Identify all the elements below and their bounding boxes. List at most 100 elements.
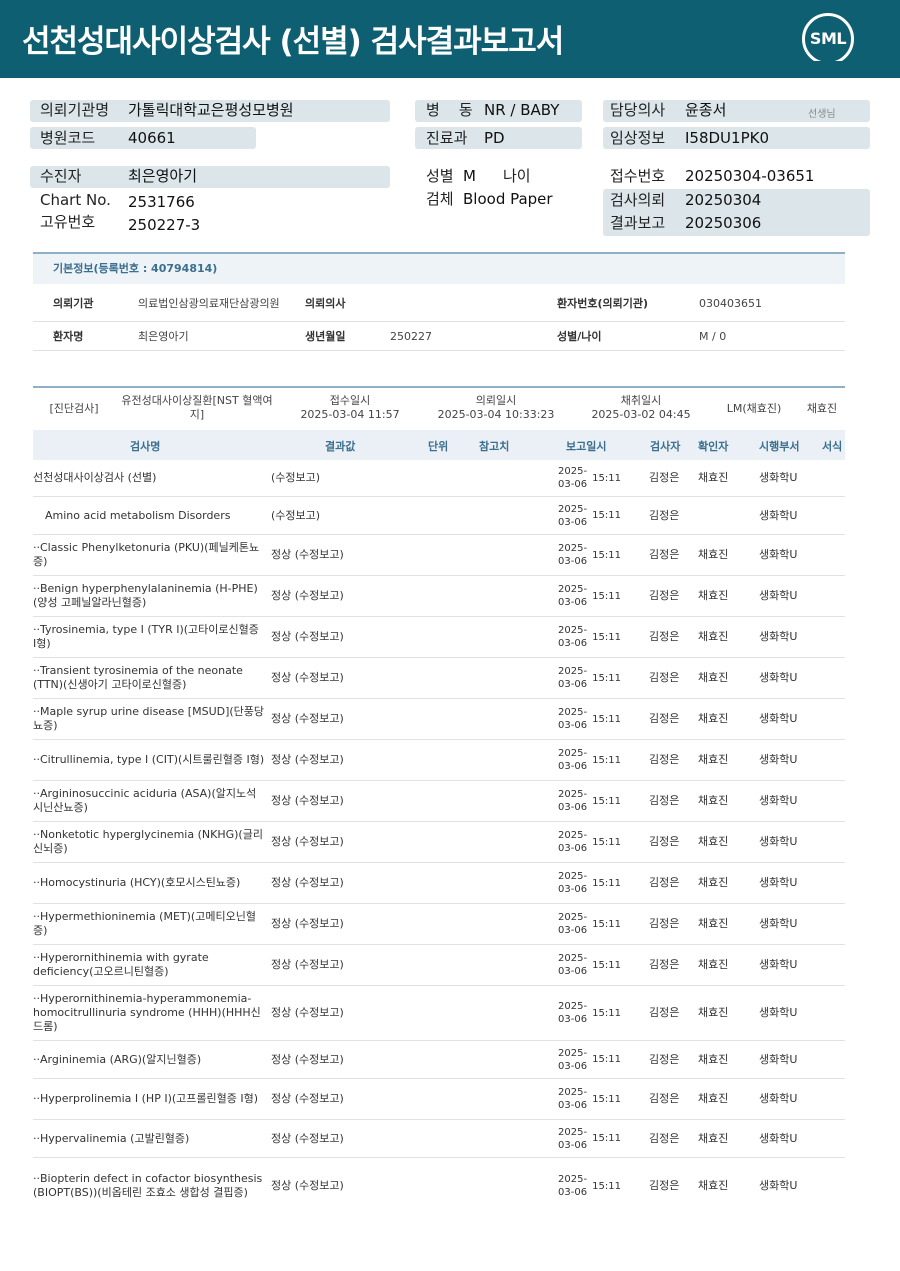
order-signer: 채효진 [806, 402, 838, 415]
report-time: 15:11 [592, 795, 621, 807]
basic-sexage-value: M / 0 [699, 330, 727, 343]
tester: 김정은 [649, 630, 680, 643]
sml-logo: SML [802, 13, 854, 65]
basic-dob-value: 250227 [390, 330, 432, 343]
code-label: 병원코드 [40, 129, 96, 147]
tester: 김정은 [649, 671, 680, 684]
table-row: ··Hypermethioninemia (MET)(고메티오닌혈증) 정상 (… [33, 904, 845, 945]
tester: 김정은 [649, 1179, 680, 1192]
tester: 김정은 [649, 1052, 680, 1066]
confirmer: 채효진 [698, 589, 729, 602]
ward-value: NR / BABY [484, 101, 560, 119]
table-row: ··Maple syrup urine disease [MSUD](단풍당뇨증… [33, 699, 845, 740]
col-name: 검사명 [130, 440, 161, 453]
department: 생화학U [759, 548, 798, 561]
test-name: 선천성대사이상검사 (선별) [33, 471, 157, 484]
department: 생화학U [759, 917, 798, 930]
uid-value: 250227-3 [128, 216, 201, 234]
tester: 김정은 [649, 508, 680, 522]
dept-value: PD [484, 129, 505, 147]
tester: 김정은 [649, 712, 680, 725]
order-requested: 의뢰일시 2025-03-04 10:33:23 [431, 394, 561, 422]
table-row: ··Hyperornithinemia-hyperammonemia-homoc… [33, 986, 845, 1041]
col-unit: 단위 [428, 440, 449, 453]
tester: 김정은 [649, 471, 680, 484]
report-datetime: 2025-03-06 15:11 [553, 904, 621, 944]
table-row: ··Homocystinuria (HCY)(호모시스틴뇨증) 정상 (수정보고… [33, 863, 845, 904]
specimen-label: 검체 [426, 190, 454, 208]
test-name: ··Classic Phenylketonuria (PKU)(페닐케톤뇨증) [33, 541, 260, 568]
report-datetime: 2025-03-06 15:11 [553, 535, 621, 575]
department: 생화학U [759, 794, 798, 807]
doctor-note: 선생님 [808, 109, 836, 120]
report-datetime: 2025-03-06 15:11 [553, 986, 621, 1040]
test-result: 정상 (수정보고) [271, 589, 344, 602]
col-date: 보고일시 [566, 440, 607, 453]
report-date: 2025-03-06 [558, 707, 588, 731]
department: 생화학U [759, 958, 798, 971]
chart-value: 2531766 [128, 193, 195, 211]
order-collected: 채취일시 2025-03-02 04:45 [585, 394, 697, 422]
basic-info-header: 기본정보(등록번호 : 40794814) [33, 254, 845, 284]
uid-label: 고유번호 [40, 213, 96, 231]
report-time: 15:11 [592, 754, 621, 766]
confirmer: 채효진 [698, 1052, 729, 1066]
request-value: 20250304 [685, 191, 762, 209]
report-datetime: 2025-03-06 15:11 [553, 497, 621, 534]
order-lm: LM(채효진) [726, 402, 782, 415]
confirmer: 채효진 [698, 471, 729, 484]
report-datetime: 2025-03-06 15:11 [553, 1041, 621, 1078]
test-name: ··Homocystinuria (HCY)(호모시스틴뇨증) [33, 876, 241, 889]
basic-pid-label: 환자번호(의뢰기관) [557, 296, 649, 310]
col-format: 서식 [822, 440, 843, 453]
test-name: ··Nonketotic hyperglycinemia (NKHG)(글리신뇌… [33, 828, 263, 855]
report-date: 2025-03-06 [558, 543, 588, 567]
department: 생화학U [759, 589, 798, 602]
test-result: 정상 (수정보고) [271, 630, 344, 643]
test-name: ··Maple syrup urine disease [MSUD](단풍당뇨증… [33, 705, 265, 732]
confirmer: 채효진 [698, 671, 729, 684]
results-table-header: 검사명 결과값 단위 참고치 보고일시 검사자 확인자 시행부서 서식 [33, 430, 845, 460]
report-datetime: 2025-03-06 15:11 [553, 1079, 621, 1119]
table-row: ··Citrullinemia, type I (CIT)(시트룰린혈증 I형)… [33, 740, 845, 781]
test-name: ··Argininemia (ARG)(알지닌혈증) [33, 1052, 202, 1066]
report-date: 2025-03-06 [558, 830, 588, 854]
confirmer: 채효진 [698, 876, 729, 889]
confirmer: 채효진 [698, 712, 729, 725]
clinical-label: 임상정보 [610, 129, 666, 147]
table-row: ··Benign hyperphenylalaninemia (H-PHE)(양… [33, 576, 845, 617]
confirmer [698, 497, 743, 534]
table-row: ··Transient tyrosinemia of the neonate (… [33, 658, 845, 699]
table-row: ··Argininosuccinic aciduria (ASA)(알지노석시닌… [33, 781, 845, 822]
department: 생화학U [759, 630, 798, 643]
col-dept: 시행부서 [759, 440, 800, 453]
department: 생화학U [759, 1006, 798, 1019]
confirmer: 채효진 [698, 1006, 729, 1019]
test-name: ··Citrullinemia, type I (CIT)(시트룰린혈증 I형) [33, 753, 265, 766]
confirmer: 채효진 [698, 548, 729, 561]
ward-label: 병 동 [426, 101, 473, 119]
table-row: 선천성대사이상검사 (선별) (수정보고) 2025-03-06 15:11 김정… [33, 460, 845, 497]
test-result: 정상 (수정보고) [271, 958, 344, 971]
basic-pid-value: 030403651 [699, 296, 762, 310]
report-time: 15:11 [592, 959, 621, 971]
test-result: 정상 (수정보고) [271, 1052, 344, 1066]
department: 생화학U [759, 1179, 798, 1192]
report-header: 선천성대사이상검사 (선별) 검사결과보고서 SML [0, 0, 900, 78]
test-name: ··Tyrosinemia, type I (TYR I)(고타이로신혈증 I형… [33, 623, 259, 650]
test-result: 정상 (수정보고) [271, 1131, 344, 1145]
report-time: 15:11 [592, 1180, 621, 1192]
test-result: 정상 (수정보고) [271, 876, 344, 889]
test-result: (수정보고) [271, 471, 321, 484]
order-received-label: 접수일시 [329, 394, 371, 407]
basic-sexage-label: 성별/나이 [557, 330, 602, 343]
test-name: ··Hypervalinemia (고발린혈증) [33, 1131, 190, 1145]
receipt-label: 접수번호 [610, 167, 666, 185]
specimen-value: Blood Paper [463, 190, 553, 208]
order-received: 접수일시 2025-03-04 11:57 [291, 394, 409, 422]
test-name: ··Argininosuccinic aciduria (ASA)(알지노석시닌… [33, 787, 257, 814]
report-datetime: 2025-03-06 15:11 [553, 576, 621, 616]
test-result: 정상 (수정보고) [271, 753, 344, 766]
report-datetime: 2025-03-06 15:11 [553, 699, 621, 739]
report-time: 15:11 [592, 836, 621, 848]
